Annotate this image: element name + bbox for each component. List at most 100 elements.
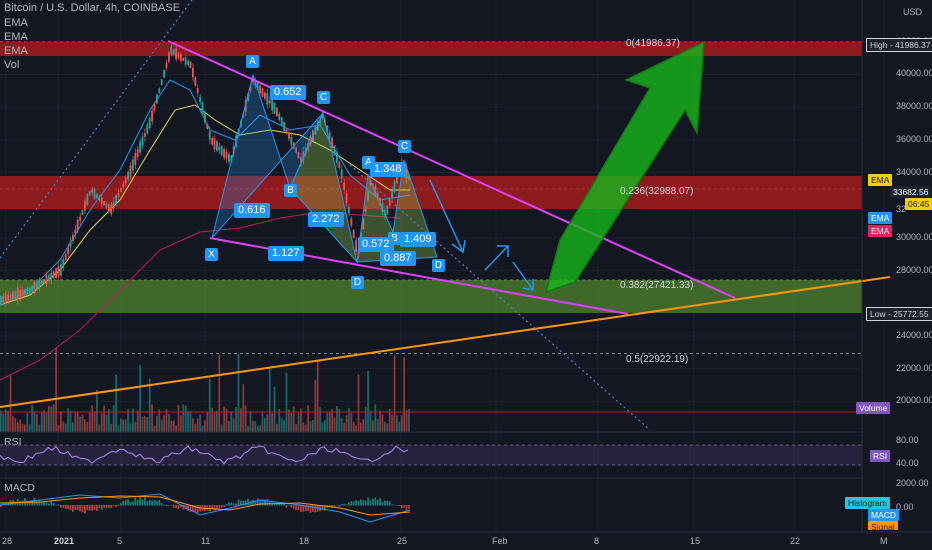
volume-bar bbox=[400, 415, 403, 432]
time-axis-label: 18 bbox=[299, 536, 310, 546]
volume-bar bbox=[144, 416, 146, 432]
candle-body bbox=[74, 229, 77, 234]
macd-hist-bar bbox=[122, 500, 125, 506]
candle-body bbox=[280, 117, 283, 126]
volume-bar bbox=[122, 419, 125, 432]
candle-body bbox=[144, 133, 146, 137]
macd-hist-bar bbox=[348, 502, 350, 506]
macd-hist-bar bbox=[165, 505, 168, 506]
candle-body bbox=[122, 183, 125, 187]
ratio-label-4[interactable]: 2.272 bbox=[308, 212, 344, 227]
macd-hist-bar bbox=[86, 505, 89, 511]
candle-body bbox=[189, 61, 192, 68]
volume-bar bbox=[184, 405, 187, 432]
point-a-1[interactable]: A bbox=[246, 55, 259, 68]
macd-hist-bar bbox=[376, 499, 379, 506]
candle-body bbox=[348, 206, 350, 214]
ratio-label-7[interactable]: 1.409 bbox=[400, 232, 436, 247]
point-c-2[interactable]: C bbox=[398, 140, 411, 153]
indicator-vol[interactable]: Vol bbox=[4, 59, 19, 71]
macd-hist-bar bbox=[386, 500, 389, 506]
rsi-axis-40: 40.00 bbox=[896, 458, 919, 468]
point-x[interactable]: X bbox=[205, 248, 218, 261]
candle-body bbox=[43, 279, 45, 284]
ratio-label-3[interactable]: 1.127 bbox=[268, 246, 304, 261]
candle-body bbox=[124, 177, 127, 184]
candle-body bbox=[52, 271, 55, 279]
macd-hist-bar bbox=[340, 504, 343, 506]
macd-hist-bar bbox=[381, 502, 384, 506]
point-c-1[interactable]: C bbox=[317, 91, 330, 104]
macd-hist-bar bbox=[400, 505, 403, 509]
candle-body bbox=[60, 264, 62, 276]
point-b-1[interactable]: B bbox=[284, 184, 297, 197]
candle-body bbox=[110, 204, 113, 215]
candle-body bbox=[182, 57, 185, 61]
volume-bar bbox=[163, 415, 165, 432]
macd-hist-bar bbox=[79, 505, 81, 512]
candle-body bbox=[81, 209, 84, 216]
candle-body bbox=[9, 294, 12, 299]
macd-hist-bar bbox=[355, 500, 357, 506]
volume-bar bbox=[304, 424, 307, 432]
macd-hist-bar bbox=[33, 497, 36, 506]
candle-body bbox=[333, 145, 336, 156]
macd-hist-bar bbox=[127, 499, 129, 506]
ratio-label-6[interactable]: 0.572 bbox=[358, 237, 394, 252]
ema-tag-2: EMA bbox=[868, 212, 893, 224]
macd-hist-bar bbox=[91, 505, 93, 511]
macd-hist-bar bbox=[148, 499, 151, 506]
volume-bar bbox=[218, 354, 221, 432]
macd-pane-title[interactable]: MACD bbox=[4, 482, 35, 494]
ratio-label-8[interactable]: 0.887 bbox=[380, 251, 416, 266]
macd-hist-bar bbox=[343, 503, 345, 506]
candle-body bbox=[216, 141, 218, 151]
candle-body bbox=[91, 189, 93, 193]
candle-body bbox=[7, 294, 9, 301]
resistance-zone-top[interactable] bbox=[0, 42, 862, 56]
volume-bar bbox=[84, 419, 86, 432]
currency-label[interactable]: USD bbox=[903, 7, 922, 17]
candle-body bbox=[199, 96, 201, 103]
volume-bar bbox=[76, 412, 79, 432]
macd-hist-bar bbox=[297, 505, 300, 511]
time-axis-label: 8 bbox=[594, 536, 600, 546]
ratio-label-5[interactable]: 1.348 bbox=[370, 162, 406, 177]
ratio-label-2[interactable]: 0.616 bbox=[234, 203, 270, 218]
volume-bar bbox=[403, 357, 405, 432]
macd-axis-2000: 2000.00 bbox=[896, 478, 929, 488]
indicator-ema-1[interactable]: EMA bbox=[4, 17, 28, 29]
volume-bar bbox=[21, 423, 24, 432]
price-chart[interactable] bbox=[0, 0, 932, 550]
point-d-1[interactable]: D bbox=[351, 276, 364, 289]
macd-hist-bar bbox=[196, 505, 199, 514]
macd-hist-bar bbox=[372, 498, 374, 506]
indicator-ema-2[interactable]: EMA bbox=[4, 31, 28, 43]
rsi-band bbox=[0, 445, 862, 465]
volume-bar bbox=[9, 374, 12, 432]
macd-hist-bar bbox=[357, 500, 360, 506]
rsi-pane-title[interactable]: RSI bbox=[4, 436, 22, 448]
volume-bar bbox=[247, 425, 249, 432]
volume-bar bbox=[223, 406, 225, 432]
chart-title: Bitcoin / U.S. Dollar, 4h, COINBASE bbox=[4, 2, 181, 14]
volume-bar bbox=[72, 422, 74, 432]
macd-hist-bar bbox=[285, 505, 288, 508]
macd-hist-bar bbox=[136, 499, 139, 506]
candle-body bbox=[139, 141, 141, 153]
big-up-arrow[interactable] bbox=[544, 40, 705, 294]
candle-body bbox=[93, 188, 96, 199]
point-d-2[interactable]: D bbox=[432, 259, 445, 272]
macd-hist-bar bbox=[170, 505, 173, 506]
candle-body bbox=[172, 49, 175, 55]
volume-bar bbox=[74, 411, 77, 432]
candle-body bbox=[331, 138, 333, 149]
candle-body bbox=[55, 268, 57, 279]
volume-bar bbox=[364, 407, 367, 432]
ratio-label-1[interactable]: 0.652 bbox=[270, 85, 306, 100]
candle-body bbox=[355, 240, 357, 252]
candle-body bbox=[187, 60, 189, 65]
indicator-ema-3[interactable]: EMA bbox=[4, 45, 28, 57]
candle-body bbox=[391, 190, 393, 199]
volume-bar bbox=[91, 405, 93, 432]
